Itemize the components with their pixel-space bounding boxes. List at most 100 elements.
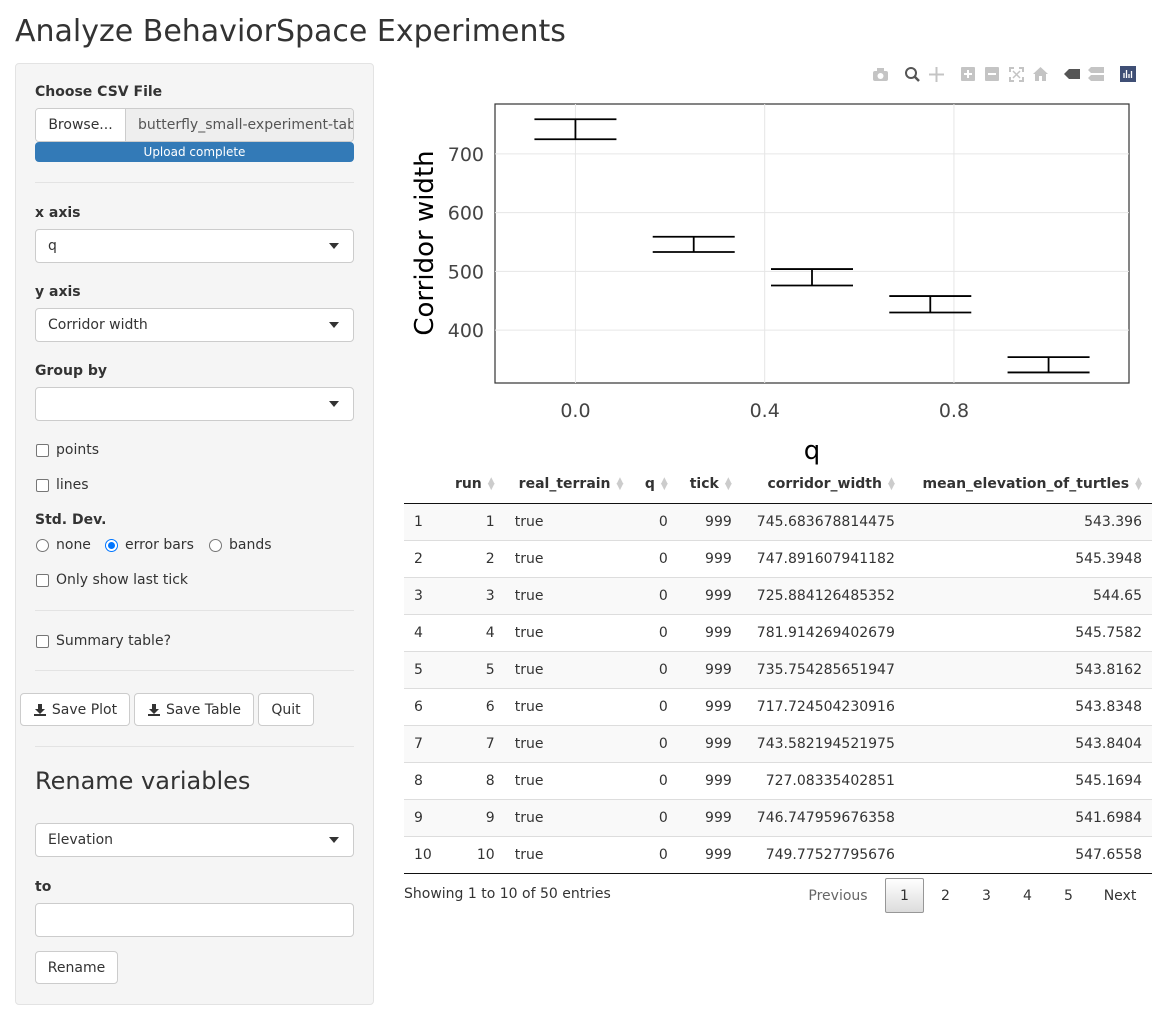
table-row[interactable]: 4 4 true 0 999 781.914269402679 545.7582 (404, 613, 1152, 651)
table-header-row: run ▲ ▼ real_terrain ▲ ▼ q ▲ ▼ tick ▲ ▼ corridor_wid… (404, 466, 1152, 504)
cell-tick: 999 (677, 798, 742, 836)
x-axis-title: q (804, 436, 821, 466)
last-tick-label: Only show last tick (56, 572, 189, 588)
cell-q: 0 (633, 687, 678, 725)
stddev-bands-radio[interactable] (209, 538, 222, 552)
column-header-q[interactable]: q ▲ ▼ (633, 466, 678, 504)
compare-hover-icon[interactable] (1088, 66, 1104, 82)
cell-mean-elevation-of-turtles: 545.7582 (904, 613, 1152, 651)
file-input-group: Browse... butterfly_small-experiment-tab… (35, 108, 354, 142)
column-header-label: real_terrain (518, 476, 611, 493)
table-row[interactable]: 6 6 true 0 999 717.724504230916 543.8348 (404, 687, 1152, 725)
divider (35, 182, 354, 183)
column-header-tick[interactable]: tick ▲ ▼ (677, 466, 742, 504)
reset-axes-icon[interactable] (1032, 66, 1048, 82)
cell-real-terrain: true (504, 835, 634, 874)
zoom-in-icon[interactable] (960, 66, 976, 82)
browse-button[interactable]: Browse... (36, 109, 126, 141)
last-tick-checkbox[interactable] (36, 573, 49, 587)
pagination-page-2[interactable]: 2 (926, 878, 965, 913)
error-bar-chart[interactable]: 0.0 0.4 0.8 400 500 600 700 q Corridor width (404, 95, 1152, 470)
rename-to-input[interactable] (35, 903, 354, 937)
column-header-mean-elevation-of-turtles[interactable]: mean_elevation_of_turtles ▲ ▼ (904, 466, 1152, 504)
cell-index: 6 (404, 687, 444, 725)
column-header-run[interactable]: run ▲ ▼ (443, 466, 505, 504)
download-icon (33, 703, 46, 716)
points-checkbox[interactable] (36, 443, 49, 457)
pagination-page-1[interactable]: 1 (885, 878, 924, 913)
rename-heading: Rename variables (35, 767, 251, 795)
points-checkbox-row[interactable]: points (36, 442, 99, 458)
cell-mean-elevation-of-turtles: 543.8348 (904, 687, 1152, 725)
lines-checkbox-row[interactable]: lines (36, 477, 89, 493)
y-axis-value: Corridor width (48, 317, 148, 333)
save-table-button[interactable]: Save Table (134, 693, 254, 726)
x-axis-select[interactable]: q (35, 229, 354, 263)
last-tick-checkbox-row[interactable]: Only show last tick (36, 572, 188, 588)
group-by-select[interactable] (35, 387, 354, 421)
column-header-label: q (644, 476, 655, 493)
pagination-page-3[interactable]: 3 (967, 878, 1006, 913)
table-body: 1 1 true 0 999 745.683678814475 543.396 2 2 true 0… (404, 502, 1152, 874)
table-row[interactable]: 2 2 true 0 999 747.891607941182 545.3948 (404, 539, 1152, 577)
zoom-out-icon[interactable] (984, 66, 1000, 82)
column-header-index (404, 466, 444, 504)
pagination-previous[interactable]: Previous (798, 878, 878, 913)
x-tick-label: 0.0 (560, 400, 590, 422)
pan-icon[interactable] (928, 66, 944, 82)
spike-lines-icon[interactable] (1064, 66, 1080, 82)
autoscale-icon[interactable] (1008, 66, 1024, 82)
table-row[interactable]: 1 1 true 0 999 745.683678814475 543.396 (404, 502, 1152, 540)
pagination-page-4[interactable]: 4 (1008, 878, 1047, 913)
lines-checkbox[interactable] (36, 478, 49, 492)
stddev-error-bars-option[interactable]: error bars (105, 537, 194, 553)
sort-icon: ▲ ▼ (724, 476, 732, 493)
table-row[interactable]: 5 5 true 0 999 735.754285651947 543.8162 (404, 650, 1152, 688)
stddev-bands-option[interactable]: bands (209, 537, 272, 553)
cell-tick: 999 (677, 502, 742, 540)
y-tick-label: 700 (448, 144, 484, 166)
save-plot-button[interactable]: Save Plot (20, 693, 130, 726)
cell-mean-elevation-of-turtles: 544.65 (904, 576, 1152, 614)
stddev-none-radio[interactable] (36, 538, 49, 552)
sidebar-panel: Choose CSV File Browse... butterfly_smal… (15, 63, 374, 1005)
pagination-page-5[interactable]: 5 (1049, 878, 1088, 913)
stddev-error-bars-radio[interactable] (105, 538, 118, 552)
column-header-real-terrain[interactable]: real_terrain ▲ ▼ (504, 466, 634, 504)
table-row[interactable]: 3 3 true 0 999 725.884126485352 544.65 (404, 576, 1152, 614)
rename-button[interactable]: Rename (35, 951, 118, 984)
table-row[interactable]: 8 8 true 0 999 727.08335402851 545.1694 (404, 761, 1152, 799)
cell-run: 5 (443, 650, 505, 688)
rename-variable-select[interactable]: Elevation (35, 823, 354, 857)
divider (35, 610, 354, 611)
y-axis-select[interactable]: Corridor width (35, 308, 354, 342)
y-axis-label: y axis (35, 284, 81, 300)
pagination-next[interactable]: Next (1092, 878, 1148, 913)
y-axis-title: Corridor width (410, 150, 440, 335)
file-name-field[interactable]: butterfly_small-experiment-table.csv (126, 109, 353, 141)
cell-real-terrain: true (504, 761, 634, 799)
plotly-logo-icon[interactable] (1120, 66, 1136, 82)
column-header-corridor-width[interactable]: corridor_width ▲ ▼ (741, 466, 905, 504)
cell-real-terrain: true (504, 798, 634, 836)
cell-q: 0 (633, 576, 678, 614)
zoom-icon[interactable] (904, 66, 920, 82)
cell-corridor-width: 745.683678814475 (741, 502, 905, 540)
table-info: Showing 1 to 10 of 50 entries (404, 886, 611, 902)
stddev-none-option[interactable]: none (36, 537, 91, 553)
cell-tick: 999 (677, 650, 742, 688)
table-row[interactable]: 9 9 true 0 999 746.747959676358 541.6984 (404, 798, 1152, 836)
quit-button[interactable]: Quit (258, 693, 314, 726)
cell-tick: 999 (677, 724, 742, 762)
table-row[interactable]: 7 7 true 0 999 743.582194521975 543.8404 (404, 724, 1152, 762)
summary-checkbox-row[interactable]: Summary table? (36, 633, 171, 649)
cell-run: 2 (443, 539, 505, 577)
cell-run: 7 (443, 724, 505, 762)
lines-label: lines (56, 477, 89, 493)
summary-checkbox[interactable] (36, 634, 49, 648)
camera-icon[interactable] (872, 66, 888, 82)
table-row[interactable]: 10 10 true 0 999 749.77527795676 547.6558 (404, 835, 1152, 874)
cell-mean-elevation-of-turtles: 547.6558 (904, 835, 1152, 874)
y-tick-label: 400 (448, 320, 484, 342)
upload-progress-bar: Upload complete (35, 142, 354, 162)
